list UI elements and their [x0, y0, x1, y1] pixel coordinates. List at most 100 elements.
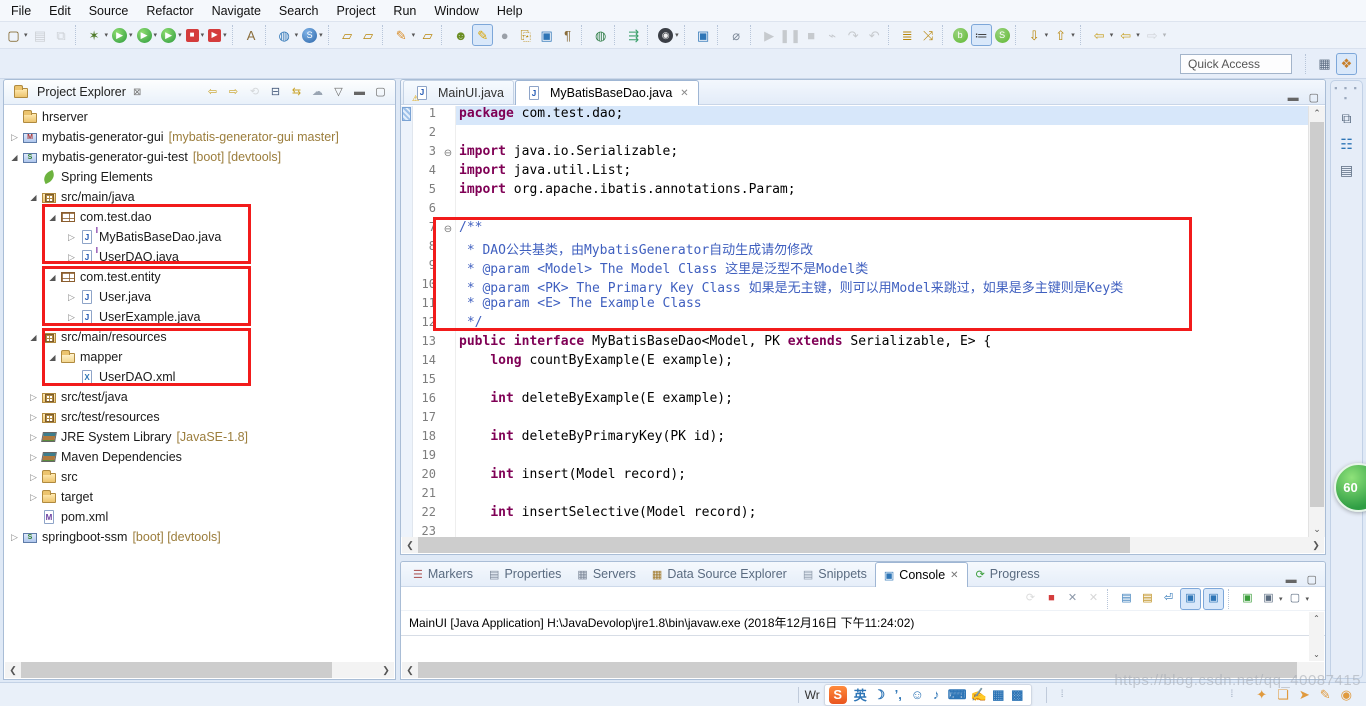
spring-boot-icon[interactable]: b — [952, 24, 969, 46]
open-browser-icon[interactable]: ◍ — [591, 24, 610, 46]
bottom-tab-servers[interactable]: ▦Servers — [569, 562, 643, 586]
menu-project[interactable]: Project — [328, 1, 385, 21]
tree-item-springboot-ssm[interactable]: ▷Sspringboot-ssm[boot] [devtools] — [4, 527, 395, 547]
tree-item-mybatis-generator-gui-test[interactable]: ◢Smybatis-generator-gui-test[boot] [devt… — [4, 147, 395, 167]
maximize-console-icon[interactable]: ▢ — [1307, 574, 1317, 586]
annotate-icon[interactable]: ✎▾ — [392, 24, 417, 46]
scroll-left-icon[interactable]: ❮ — [402, 665, 418, 676]
pull-up-icon[interactable]: ⇧▾ — [1051, 24, 1076, 46]
menu-file[interactable]: File — [2, 1, 40, 21]
expand-arrow-icon[interactable]: ▷ — [27, 432, 40, 443]
profile-icon[interactable]: ▶▾ — [207, 24, 228, 46]
menu-refactor[interactable]: Refactor — [137, 1, 202, 21]
ime-language-english-icon[interactable]: 英 — [851, 685, 870, 705]
word-wrap-icon[interactable]: ⏎ — [1159, 588, 1178, 610]
bottom-tab-data-source-explorer[interactable]: ▦Data Source Explorer — [644, 562, 795, 586]
open-perspective-icon[interactable]: ▦ — [1315, 53, 1334, 75]
tree-item-spring-elements[interactable]: Spring Elements — [4, 167, 395, 187]
javaee-perspective-icon[interactable]: ❖ — [1336, 53, 1357, 75]
expand-arrow-icon[interactable]: ◢ — [27, 193, 40, 202]
minimize-editor-icon[interactable]: ▬ — [1288, 92, 1299, 104]
run-history-icon[interactable]: ▶▾ — [160, 24, 183, 46]
tree-item-mybatis-generator-gui[interactable]: ▷Mmybatis-generator-gui[mybatis-generato… — [4, 127, 395, 147]
menu-navigate[interactable]: Navigate — [203, 1, 270, 21]
scroll-right-icon[interactable]: ❯ — [1308, 540, 1324, 551]
suspend-icon[interactable]: ❚❚ — [781, 24, 800, 46]
back-icon[interactable]: ⇦▾ — [1116, 24, 1141, 46]
scroll-up-icon[interactable]: ⌃ — [1309, 106, 1325, 121]
ime-handwriting-icon[interactable]: ✍ — [969, 685, 989, 705]
expand-arrow-icon[interactable]: ▷ — [8, 132, 21, 143]
ime-voice-icon[interactable]: ♪ — [927, 685, 946, 705]
skip-breakpoints-icon[interactable]: ≣ — [898, 24, 917, 46]
menu-source[interactable]: Source — [80, 1, 138, 21]
editor-vscrollbar[interactable]: ⌃ ⌄ — [1308, 106, 1325, 537]
open-type-icon[interactable]: ▱ — [338, 24, 357, 46]
scroll-down-icon[interactable]: ⌄ — [1309, 522, 1325, 537]
expand-arrow-icon[interactable]: ◢ — [27, 333, 40, 342]
fold-collapse-icon[interactable]: ⊖ — [441, 144, 455, 163]
scroll-left-icon[interactable]: ❮ — [5, 665, 21, 676]
menu-help[interactable]: Help — [488, 1, 532, 21]
tree-item-target[interactable]: ▷target — [4, 487, 395, 507]
debug-icon[interactable]: ✶▾ — [85, 24, 110, 46]
link-with-editor-icon[interactable]: ⇆ — [287, 81, 306, 103]
minimize-view-icon[interactable]: ▬ — [350, 81, 369, 103]
maximize-view-icon[interactable]: ▢ — [371, 81, 390, 103]
explorer-back-icon[interactable]: ⇦ — [203, 81, 222, 103]
minimize-console-icon[interactable]: ▬ — [1286, 574, 1297, 586]
boot-dashboard-icon[interactable]: ≔ — [971, 24, 992, 46]
focus-on-active-icon[interactable]: ☁ — [308, 81, 327, 103]
close-tab-icon[interactable]: ✕ — [680, 88, 688, 99]
restore-minimized-views-icon[interactable]: ⧉ — [1335, 107, 1359, 129]
pin-console-icon[interactable]: ▣ — [1180, 588, 1201, 610]
editor-hscrollbar[interactable]: ❮ ❯ — [402, 537, 1324, 553]
sogou-logo-icon[interactable]: S — [829, 686, 847, 704]
ime-skin-icon[interactable]: ▦ — [989, 685, 1008, 705]
menu-window[interactable]: Window — [425, 1, 487, 21]
tree-item-jre-system-library[interactable]: ▷JRE System Library[JavaSE-1.8] — [4, 427, 395, 447]
step-into-icon[interactable]: ↷ — [844, 24, 863, 46]
new-wizard-icon[interactable]: ▢▾ — [4, 24, 29, 46]
ime-toolbox-icon[interactable]: ▩ — [1008, 685, 1027, 705]
menu-edit[interactable]: Edit — [40, 1, 80, 21]
disconnect-icon[interactable]: ⌁ — [823, 24, 842, 46]
expand-arrow-icon[interactable]: ◢ — [8, 153, 21, 162]
bottom-tab-markers[interactable]: ☰Markers — [405, 562, 481, 586]
expand-arrow-icon[interactable]: ▷ — [27, 412, 40, 423]
open-console-log-icon[interactable]: ▣ — [1238, 588, 1257, 610]
new-java-element-icon[interactable]: A — [242, 24, 261, 46]
display-selected-console-icon[interactable]: ▣▾ — [1259, 588, 1284, 610]
save-icon[interactable]: ▤ — [31, 24, 50, 46]
quick-access-input[interactable]: Quick Access — [1180, 54, 1292, 74]
synchronize-icon[interactable]: ☻ — [451, 24, 470, 46]
spring-tools-icon[interactable]: S — [994, 24, 1011, 46]
remove-launch-icon[interactable]: ✕ — [1063, 588, 1082, 610]
view-menu-icon[interactable]: ▽ — [329, 81, 348, 103]
editor-tab-mybatisbasedao-java[interactable]: JMyBatisBaseDao.java✕ — [515, 80, 699, 105]
templates-view-icon[interactable]: ▤ — [1335, 159, 1359, 181]
explorer-up-icon[interactable]: ⟲ — [245, 81, 264, 103]
run-remote-icon[interactable]: ⇶ — [624, 24, 643, 46]
maximize-editor-icon[interactable]: ▢ — [1309, 91, 1319, 104]
menu-search[interactable]: Search — [270, 1, 328, 21]
resume-icon[interactable]: ▶ — [760, 24, 779, 46]
ime-emoji-icon[interactable]: ☺ — [908, 685, 927, 705]
expand-arrow-icon[interactable]: ▷ — [27, 472, 40, 483]
tree-item-src[interactable]: ▷src — [4, 467, 395, 487]
clear-console-icon[interactable]: ▤ — [1117, 588, 1136, 610]
scroll-left-icon[interactable]: ❮ — [402, 540, 418, 551]
ime-half-moon-icon[interactable]: ☽ — [870, 685, 889, 705]
tree-item-hrserver[interactable]: hrserver — [4, 107, 395, 127]
tree-item-src-test-resources[interactable]: ▷src/test/resources — [4, 407, 395, 427]
remove-all-launches-icon[interactable]: ✕ — [1084, 588, 1103, 610]
ime-punctuation-icon[interactable]: ’, — [889, 685, 908, 705]
soap-wizard-icon[interactable]: S▾ — [301, 24, 324, 46]
collapse-all-icon[interactable]: ⊟ — [266, 81, 285, 103]
expand-arrow-icon[interactable]: ▷ — [27, 452, 40, 463]
notifications-off-icon[interactable]: ⌀ — [727, 24, 746, 46]
pull-down-icon[interactable]: ⇩▾ — [1025, 24, 1050, 46]
close-tab-icon[interactable]: ✕ — [950, 570, 958, 581]
expand-arrow-icon[interactable]: ▷ — [27, 392, 40, 403]
terminate-icon[interactable]: ■ — [802, 24, 821, 46]
